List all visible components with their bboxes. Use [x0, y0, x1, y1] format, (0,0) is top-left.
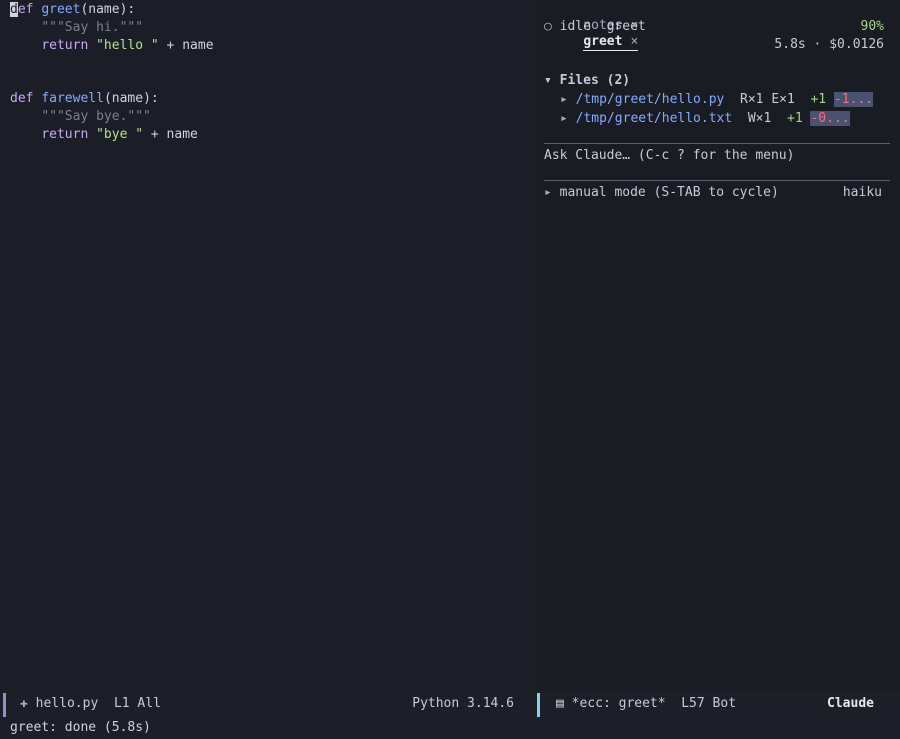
window-indicator-right	[537, 693, 540, 717]
file-item[interactable]: ▸ /tmp/greet/hello.txt W×1 +1 -0...	[560, 110, 850, 128]
mode-selector[interactable]: ▸ manual mode (S-TAB to cycle)	[544, 184, 779, 202]
code-line-6[interactable]: return "bye " + name	[10, 126, 198, 144]
files-header[interactable]: ▾ Files (2)	[544, 72, 630, 90]
file-path[interactable]: /tmp/greet/hello.py	[576, 92, 725, 107]
close-icon[interactable]: ×	[630, 34, 638, 49]
prompt-input[interactable]: Ask Claude… (C-c ? for the menu)	[544, 147, 794, 165]
mode-arrow-icon: ▸	[544, 185, 552, 200]
editor-pane[interactable]: def greet(name): """Say hi.""" return "h…	[0, 0, 536, 690]
tab-bar: notes × greet ×	[552, 2, 652, 51]
major-mode-right[interactable]: Claude	[800, 696, 874, 712]
tab-greet[interactable]: greet ×	[583, 34, 639, 51]
major-mode-left[interactable]: Python 3.14.6	[380, 696, 514, 712]
file-item[interactable]: ▸ /tmp/greet/hello.py R×1 E×1 +1 -1...	[560, 91, 874, 109]
code-line-4[interactable]: def farewell(name):	[10, 90, 159, 108]
model-name[interactable]: haiku	[830, 184, 882, 202]
divider	[544, 180, 890, 181]
code-line-3[interactable]: return "hello " + name	[10, 37, 213, 55]
file-path[interactable]: /tmp/greet/hello.txt	[576, 111, 733, 126]
collapse-toggle-icon[interactable]: ▾	[544, 73, 552, 88]
context-percent: 90%	[860, 19, 884, 34]
divider	[544, 143, 890, 144]
session-stats: 5.8s · $0.0126	[774, 37, 884, 52]
active-window-indicator	[3, 693, 6, 717]
expand-arrow-icon[interactable]: ▸	[560, 92, 568, 107]
python-file-icon: ✚	[20, 696, 28, 711]
code-line-1[interactable]: def greet(name):	[10, 1, 135, 19]
echo-area: greet: done (5.8s)	[10, 720, 151, 735]
status-circle-icon: ○	[544, 19, 552, 34]
code-line-5[interactable]: """Say bye."""	[10, 108, 151, 126]
document-icon: ▤	[556, 696, 564, 711]
buffer-name-left[interactable]: ✚ hello.py L1 All	[20, 696, 161, 712]
session-status: ○ idle greet	[544, 19, 646, 34]
buffer-name-right[interactable]: ▤ *ecc: greet* L57 Bot	[556, 696, 736, 712]
expand-arrow-icon[interactable]: ▸	[560, 111, 568, 126]
code-line-2[interactable]: """Say hi."""	[10, 19, 143, 37]
text-cursor: d	[10, 2, 18, 17]
mode-line: ✚ hello.py L1 All Python 3.14.6 ▤ *ecc: …	[0, 690, 900, 718]
